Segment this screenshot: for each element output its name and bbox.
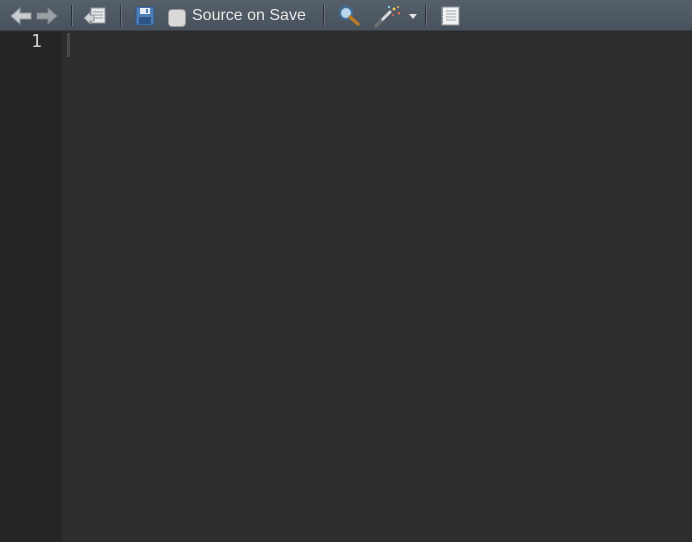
toolbar-separator — [120, 5, 121, 26]
text-cursor — [67, 33, 70, 57]
code-editor[interactable] — [62, 32, 692, 542]
caret-down-icon — [409, 14, 417, 19]
toolbar-separator — [425, 5, 426, 26]
code-tools-button[interactable] — [372, 3, 404, 29]
forward-button[interactable] — [34, 3, 60, 29]
arrow-left-icon — [10, 6, 32, 26]
notebook-icon — [441, 6, 460, 26]
arrow-right-icon — [36, 6, 58, 26]
source-on-save-checkbox[interactable] — [168, 9, 186, 27]
compile-report-button[interactable] — [437, 3, 463, 29]
editor-toolbar: Source on Save — [0, 0, 692, 31]
toolbar-separator — [71, 5, 72, 26]
show-in-window-button[interactable] — [81, 3, 109, 29]
save-button[interactable] — [132, 3, 158, 29]
magnifier-icon — [339, 6, 360, 26]
back-button[interactable] — [8, 3, 34, 29]
source-on-save-label[interactable]: Source on Save — [192, 6, 306, 26]
find-replace-button[interactable] — [335, 3, 363, 29]
code-tools-dropdown[interactable] — [406, 3, 420, 29]
line-number: 1 — [31, 31, 42, 52]
floppy-disk-icon — [135, 6, 155, 26]
magic-wand-icon — [374, 5, 401, 28]
line-number-gutter — [0, 32, 62, 542]
toolbar-separator — [323, 5, 324, 26]
show-in-window-icon — [83, 7, 106, 25]
